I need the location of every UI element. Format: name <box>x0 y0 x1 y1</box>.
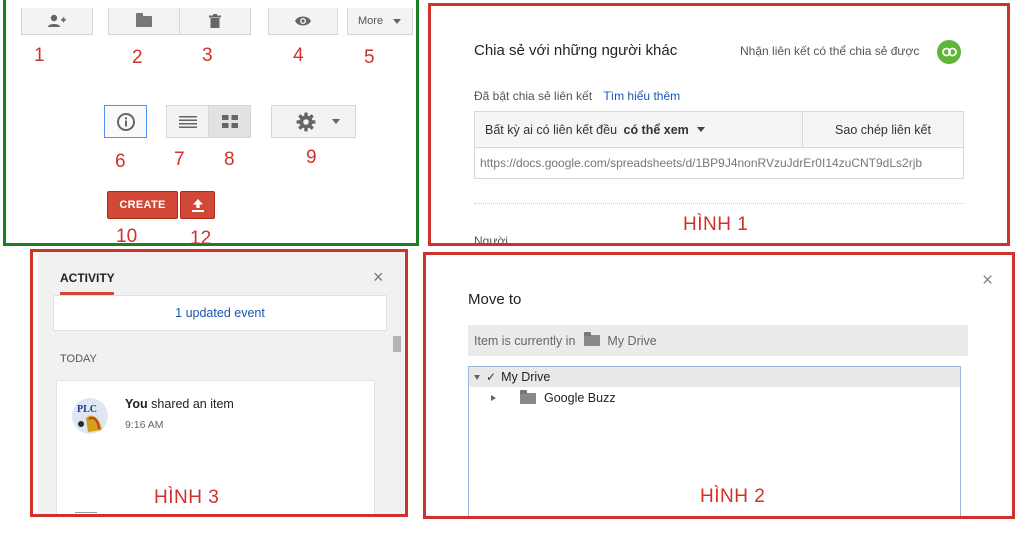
callout-1: 1 <box>34 45 45 66</box>
activity-time: 9:16 AM <box>125 419 164 431</box>
chevron-down-icon <box>696 127 705 132</box>
scrollbar-thumb[interactable] <box>393 336 401 352</box>
chevron-down-icon <box>332 119 340 124</box>
expand-arrow-icon[interactable] <box>474 374 480 380</box>
callout-10: 10 <box>116 226 138 247</box>
share-url-field[interactable]: https://docs.google.com/spreadsheets/d/1… <box>474 147 964 179</box>
avatar: PLC <box>72 398 108 434</box>
create-label: CREATE <box>119 199 166 211</box>
move-panel-frame: Move to × Item is currently in My Drive … <box>423 252 1015 519</box>
upload-icon <box>191 199 204 212</box>
close-icon: × <box>982 270 994 291</box>
folder-icon <box>136 12 152 27</box>
info-icon <box>116 112 135 131</box>
move-to-folder-button[interactable] <box>108 8 180 35</box>
eye-icon <box>295 16 311 26</box>
share-panel-frame: Chia sẻ với những người khác Nhận liên k… <box>428 3 1010 246</box>
collapsed-arrow-icon[interactable] <box>491 395 496 401</box>
get-link-label: Nhận liên kết có thể chia sẻ được <box>740 44 920 58</box>
preview-button[interactable] <box>268 8 338 35</box>
delete-button[interactable] <box>179 8 251 35</box>
callout-9: 9 <box>306 147 317 168</box>
callout-5: 5 <box>364 47 375 68</box>
folder-icon <box>584 332 601 346</box>
current-prefix: Item is currently in <box>474 333 576 348</box>
activity-action: shared an item <box>147 397 234 411</box>
grid-view-icon <box>221 115 238 128</box>
grid-view-button[interactable] <box>208 105 251 138</box>
move-title: Move to <box>468 291 522 308</box>
tree-root-label: My Drive <box>501 370 551 384</box>
close-move-button[interactable]: × <box>982 271 993 290</box>
callout-3: 3 <box>202 45 213 66</box>
copy-link-label: Sao chép liên kết <box>835 122 931 137</box>
avatar-text: PLC <box>77 404 97 415</box>
access-prefix: Bất kỳ ai có liên kết đều <box>485 122 621 137</box>
learn-more-link[interactable]: Tìm hiểu thêm <box>603 89 680 103</box>
get-link-button[interactable] <box>937 40 961 64</box>
current-location-bar: Item is currently in My Drive <box>468 325 968 356</box>
callout-6: 6 <box>115 151 126 172</box>
add-person-icon <box>48 14 66 27</box>
settings-button[interactable] <box>271 105 356 138</box>
figure-label-3: HÌNH 3 <box>154 487 220 508</box>
updated-events-button[interactable]: 1 updated event <box>53 295 387 331</box>
copy-link-button[interactable]: Sao chép liên kết <box>802 111 964 148</box>
tree-item-my-drive[interactable]: ✓ My Drive <box>469 367 960 387</box>
current-folder: My Drive <box>607 333 657 348</box>
figure-label-1: HÌNH 1 <box>683 214 749 235</box>
details-button[interactable] <box>104 105 147 138</box>
section-today: TODAY <box>60 353 97 365</box>
close-icon: × <box>373 267 384 287</box>
link-sharing-status: Đã bật chia sẻ liên kết Tìm hiểu thêm <box>474 89 680 103</box>
gear-icon <box>296 112 316 131</box>
activity-actor: You <box>125 397 148 411</box>
callout-8: 8 <box>224 149 235 170</box>
tab-activity[interactable]: ACTIVITY <box>60 271 115 295</box>
upload-button[interactable] <box>180 191 215 219</box>
link-enabled-text: Đã bật chia sẻ liên kết <box>474 89 593 103</box>
folder-icon <box>520 389 536 404</box>
activity-tab-label: ACTIVITY <box>60 271 115 285</box>
access-level: có thể xem <box>623 122 689 137</box>
tree-child-label: Google Buzz <box>544 391 616 405</box>
create-button[interactable]: CREATE <box>107 191 178 219</box>
people-label: Người <box>474 234 508 246</box>
more-label: More <box>358 15 384 27</box>
callout-4: 4 <box>293 45 304 66</box>
share-url: https://docs.google.com/spreadsheets/d/1… <box>480 156 923 170</box>
access-dropdown[interactable]: Bất kỳ ai có liên kết đều có thể xem <box>474 111 803 148</box>
divider <box>474 203 964 204</box>
trash-icon <box>209 14 221 28</box>
callout-12: 12 <box>190 228 212 249</box>
share-title: Chia sẻ với những người khác <box>474 42 678 59</box>
chevron-down-icon <box>393 18 402 24</box>
list-view-button[interactable] <box>166 105 209 138</box>
activity-message: You shared an item <box>125 397 234 411</box>
card-separator <box>75 512 97 513</box>
callout-2: 2 <box>132 47 143 68</box>
activity-panel-frame: ACTIVITY × 1 updated event TODAY PLC You… <box>30 249 408 517</box>
updated-events-label: 1 updated event <box>175 306 265 320</box>
list-view-icon <box>178 115 197 128</box>
close-activity-button[interactable]: × <box>373 268 384 286</box>
link-icon <box>941 47 957 57</box>
add-person-button[interactable] <box>21 8 93 35</box>
tree-item-google-buzz[interactable]: Google Buzz <box>469 388 960 408</box>
callout-7: 7 <box>174 149 185 170</box>
more-button[interactable]: More <box>347 8 413 35</box>
figure-label-2: HÌNH 2 <box>700 486 766 507</box>
check-icon: ✓ <box>486 370 497 384</box>
